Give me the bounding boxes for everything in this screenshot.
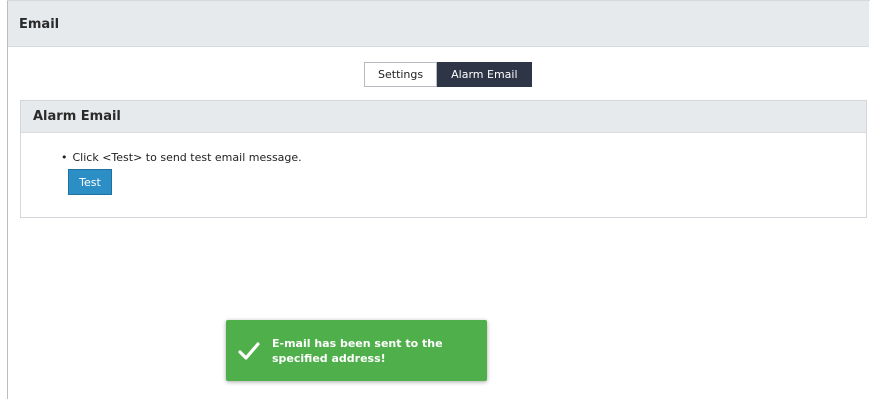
test-button[interactable]: Test [68, 169, 112, 195]
instruction-text: • Click <Test> to send test email message… [61, 151, 302, 164]
tab-bar: Settings Alarm Email [364, 62, 532, 87]
success-toast[interactable]: E-mail has been sent to the specified ad… [226, 320, 487, 381]
tab-alarm-email[interactable]: Alarm Email [437, 62, 532, 87]
bullet-icon: • [61, 151, 68, 164]
panel-header: Alarm Email [21, 101, 866, 133]
page-title: Email [19, 17, 60, 32]
toast-message-line2: specified address! [272, 352, 386, 365]
instruction-label: Click <Test> to send test email message. [72, 151, 302, 164]
check-icon [238, 342, 260, 360]
tab-settings[interactable]: Settings [364, 62, 438, 87]
toast-message: E-mail has been sent to the specified ad… [272, 336, 472, 366]
page-header: Email [8, 1, 869, 47]
window-left-border [7, 0, 8, 399]
panel-title: Alarm Email [33, 109, 121, 124]
alarm-email-panel: Alarm Email • Click <Test> to send test e… [20, 100, 867, 218]
toast-message-line1: E-mail has been sent to the [272, 337, 443, 350]
